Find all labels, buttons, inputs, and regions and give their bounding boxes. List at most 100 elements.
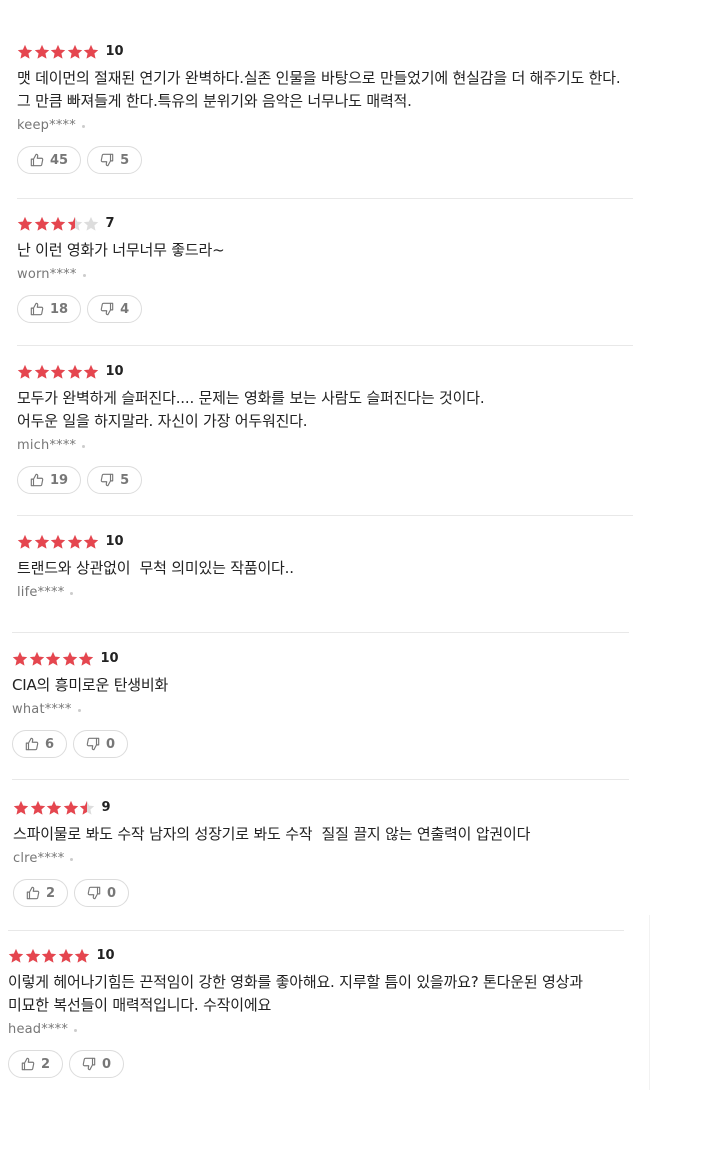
star-icon <box>17 216 33 232</box>
dislike-button[interactable]: 4 <box>87 295 143 323</box>
dislike-count: 4 <box>120 301 130 317</box>
dislike-button[interactable]: 0 <box>69 1050 125 1078</box>
star-icon <box>83 216 99 232</box>
thumbs-up-icon <box>21 1057 35 1071</box>
star-icon <box>79 800 95 816</box>
star-icon <box>74 948 90 964</box>
thumbs-down-icon <box>82 1057 96 1071</box>
dislike-count: 5 <box>120 472 130 488</box>
review-author: worn**** <box>17 266 77 282</box>
star-icon <box>34 44 50 60</box>
star-icon <box>67 534 83 550</box>
dislike-button[interactable]: 0 <box>74 879 130 907</box>
thumbs-down-icon <box>100 473 114 487</box>
rating-row: 10 <box>17 532 633 552</box>
dislike-button[interactable]: 0 <box>73 730 129 758</box>
like-count: 6 <box>45 736 55 752</box>
vote-buttons: 45 5 <box>17 146 633 174</box>
thumbs-down-icon <box>100 302 114 316</box>
author-row: life**** <box>17 581 633 603</box>
rating-score: 10 <box>96 948 115 963</box>
thumbs-down-icon <box>86 737 100 751</box>
separator-dot <box>70 857 74 861</box>
review-item: 10 CIA의 흥미로운 탄생비화 what**** 6 0 <box>12 649 629 758</box>
star-icon <box>17 44 33 60</box>
review-text: 난 이런 영화가 너무너무 좋드라~ <box>17 241 225 259</box>
like-button[interactable]: 19 <box>17 466 82 494</box>
like-count: 2 <box>46 885 56 901</box>
star-icon <box>29 651 45 667</box>
review-item: 10 맷 데이먼의 절재된 연기가 완벽하다.실존 인물을 바탕으로 만들었기에… <box>17 42 633 174</box>
review-divider <box>12 779 629 780</box>
star-icon <box>46 800 62 816</box>
star-rating <box>17 534 100 550</box>
vote-buttons: 19 5 <box>17 466 633 494</box>
author-row: head**** <box>8 1018 624 1040</box>
star-icon <box>12 651 28 667</box>
star-rating <box>12 651 95 667</box>
star-icon <box>25 948 41 964</box>
star-rating <box>17 44 100 60</box>
rating-score: 7 <box>105 216 115 231</box>
star-icon <box>58 948 74 964</box>
star-icon <box>34 364 50 380</box>
star-icon <box>62 651 78 667</box>
separator-dot <box>82 444 86 448</box>
star-icon <box>8 948 24 964</box>
vote-buttons: 18 4 <box>17 295 633 323</box>
like-count: 19 <box>50 472 69 488</box>
like-button[interactable]: 45 <box>17 146 82 174</box>
star-icon <box>67 364 83 380</box>
star-icon <box>50 216 66 232</box>
separator-dot <box>74 1028 78 1032</box>
like-count: 2 <box>41 1056 51 1072</box>
rating-row: 10 <box>8 946 624 966</box>
dislike-button[interactable]: 5 <box>87 466 143 494</box>
vote-buttons: 2 0 <box>13 879 629 907</box>
separator-dot <box>82 273 86 277</box>
star-icon <box>67 44 83 60</box>
author-row: keep**** <box>17 114 633 136</box>
separator-dot <box>81 124 85 128</box>
star-icon <box>83 534 99 550</box>
star-icon <box>50 364 66 380</box>
separator-dot <box>70 591 74 595</box>
review-item: 9 스파이물로 봐도 수작 남자의 성장기로 봐도 수작 질질 끌지 않는 연출… <box>13 798 629 907</box>
review-text: 이렇게 헤어나기힘든 끈적임이 강한 영화를 좋아해요. 지루할 틈이 있을까요… <box>8 973 588 1014</box>
rating-score: 10 <box>105 364 124 379</box>
star-icon <box>17 364 33 380</box>
like-button[interactable]: 2 <box>8 1050 64 1078</box>
star-icon <box>45 651 61 667</box>
star-rating <box>8 948 91 964</box>
thumbs-up-icon <box>25 737 39 751</box>
star-icon <box>30 800 46 816</box>
star-icon <box>17 534 33 550</box>
review-text: 트랜드와 상관없이 무척 의미있는 작품이다.. <box>17 559 294 577</box>
like-button[interactable]: 2 <box>13 879 69 907</box>
review-author: clre**** <box>13 850 65 866</box>
thumbs-up-icon <box>26 886 40 900</box>
review-item: 7 난 이런 영화가 너무너무 좋드라~ worn**** 18 4 <box>17 214 633 323</box>
like-button[interactable]: 18 <box>17 295 82 323</box>
author-row: mich**** <box>17 434 633 456</box>
review-item: 10 이렇게 헤어나기힘든 끈적임이 강한 영화를 좋아해요. 지루할 틈이 있… <box>8 946 624 1078</box>
review-divider <box>12 632 629 633</box>
review-text: 스파이물로 봐도 수작 남자의 성장기로 봐도 수작 질질 끌지 않는 연출력이… <box>13 825 531 843</box>
rating-row: 10 <box>17 362 633 382</box>
review-text: 모두가 완벽하게 슬퍼진다.... 문제는 영화를 보는 사람도 슬퍼진다는 것… <box>17 389 485 430</box>
review-author: keep**** <box>17 117 76 133</box>
review-text: CIA의 흥미로운 탄생비화 <box>12 676 169 694</box>
rating-score: 10 <box>105 44 124 59</box>
dislike-count: 0 <box>102 1056 112 1072</box>
author-row: clre**** <box>13 847 629 869</box>
thumbs-down-icon <box>100 153 114 167</box>
dislike-button[interactable]: 5 <box>87 146 143 174</box>
thumbs-down-icon <box>87 886 101 900</box>
author-row: worn**** <box>17 263 633 285</box>
rating-row: 10 <box>17 42 633 62</box>
like-button[interactable]: 6 <box>12 730 68 758</box>
star-icon <box>50 534 66 550</box>
star-rating <box>13 800 96 816</box>
star-icon <box>41 948 57 964</box>
rating-score: 10 <box>100 651 119 666</box>
